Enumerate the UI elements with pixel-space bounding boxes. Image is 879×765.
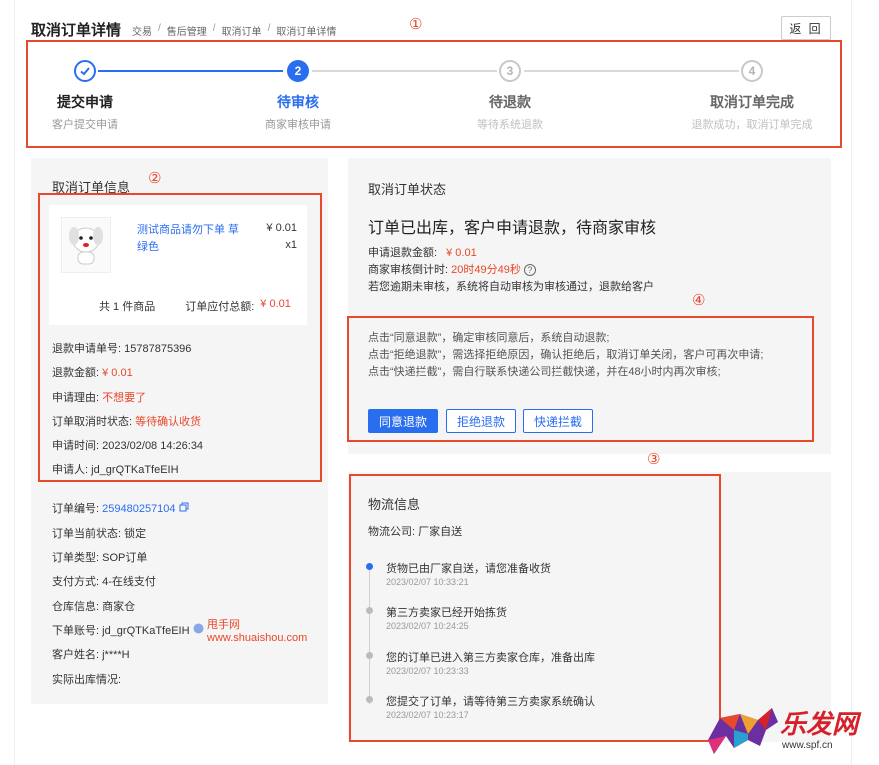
status-summary: 订单已出库，客户申请退款，待商家审核	[368, 220, 657, 237]
apply-amount-row: 申请退款金额: ¥ 0.01	[368, 244, 477, 260]
watermark-url: www.shuaishou.com	[207, 632, 308, 644]
timeline-time: 2023/02/07 10:23:33	[386, 666, 469, 676]
breadcrumb: 交易 / 售后管理 / 取消订单 / 取消订单详情	[132, 23, 337, 38]
cancel-status-heading: 取消订单状态	[368, 182, 447, 197]
auto-approve-note: 若您逾期未审核，系统将自动审核为审核通过，退款给客户	[368, 281, 654, 293]
hint-intercept: 点击“快递拦截”，需自行联系快递公司拦截快递，并在48小时内再次审核;	[368, 366, 721, 378]
breadcrumb-item[interactable]: 售后管理	[167, 23, 207, 38]
hint-reject: 点击“拒绝退款”，需选择拒绝原因，确认拒绝后，取消订单关闭，客户可再次申请;	[368, 349, 764, 361]
countdown-row: 商家审核倒计时: 20时49分49秒 ?	[368, 261, 536, 277]
step-number: 3	[499, 60, 521, 82]
site-logo: 乐发网 www.spf.cn	[700, 700, 875, 762]
annotation-box-2	[38, 193, 322, 482]
order-no-row: 订单编号: 259480257104	[52, 500, 189, 516]
back-button[interactable]: 返 回	[781, 16, 831, 40]
current-status-row: 订单当前状态: 锁定	[52, 528, 147, 540]
timeline-event: 您的订单已进入第三方卖家仓库，准备出库	[386, 652, 595, 664]
reject-refund-button[interactable]: 拒绝退款	[446, 409, 516, 433]
order-no-label: 订单编号:	[52, 503, 100, 515]
step-connector	[524, 70, 739, 72]
breadcrumb-item[interactable]: 交易	[132, 23, 152, 38]
check-icon	[74, 60, 96, 82]
logo-animal-icon	[708, 708, 778, 754]
breadcrumb-item[interactable]: 取消订单	[222, 23, 262, 38]
countdown-value: 20时49分49秒	[451, 264, 521, 276]
apply-amount-label: 申请退款金额:	[368, 247, 438, 259]
annotation-marker-4: ④	[692, 292, 706, 309]
customer-row: 客户姓名: j****H	[52, 649, 130, 661]
account-value: jd_grQTKaTfeEIH	[102, 625, 190, 637]
account-label: 下单账号:	[52, 625, 100, 637]
order-no-link[interactable]: 259480257104	[102, 503, 175, 515]
logistics-heading: 物流信息	[368, 497, 421, 512]
timeline-time: 2023/02/07 10:23:17	[386, 710, 469, 720]
step-subtitle: 等待系统退款	[477, 119, 543, 131]
warehouse-row: 仓库信息: 商家仓	[52, 601, 136, 613]
timeline-event: 第三方卖家已经开始拣货	[386, 607, 507, 619]
step-subtitle: 退款成功，取消订单完成	[691, 119, 813, 131]
help-icon[interactable]: ?	[523, 264, 536, 276]
progress-steps: 2 3 4 提交申请 待审核 待退款 取消订单完成 客户提交申请 商家审核申请 …	[26, 42, 842, 146]
logo-name: 乐发网	[780, 710, 859, 740]
step-subtitle: 客户提交申请	[52, 119, 118, 131]
step-number: 2	[287, 60, 309, 82]
step-title: 待审核	[277, 94, 319, 110]
timeline-rail	[369, 566, 370, 704]
timeline-dot	[366, 607, 373, 614]
agree-refund-button[interactable]: 同意退款	[368, 409, 438, 433]
step-subtitle: 商家审核申请	[265, 119, 331, 131]
step-number: 4	[741, 60, 763, 82]
step-connector	[312, 70, 497, 72]
logistics-company: 物流公司: 厂家自送	[368, 526, 463, 538]
logo-url: www.spf.cn	[782, 740, 833, 751]
annotation-marker-3: ③	[647, 451, 661, 468]
timeline-time: 2023/02/07 10:33:21	[386, 577, 469, 587]
timeline-time: 2023/02/07 10:24:25	[386, 621, 469, 631]
timeline-dot	[366, 652, 373, 659]
page-title: 取消订单详情	[31, 22, 122, 39]
timeline-dot	[366, 563, 373, 570]
step-title: 待退款	[489, 94, 531, 110]
timeline-event: 您提交了订单，请等待第三方卖家系统确认	[386, 696, 595, 708]
action-hints: 点击“同意退款”，确定审核同意后，系统自动退款; 点击“拒绝退款”，需选择拒绝原…	[368, 330, 808, 381]
account-row: 下单账号: jd_grQTKaTfeEIH	[52, 622, 204, 638]
annotation-marker-1: ①	[409, 16, 423, 33]
annotation-marker-2: ②	[148, 170, 162, 187]
step-title: 取消订单完成	[710, 94, 794, 110]
breadcrumb-item: 取消订单详情	[276, 27, 337, 38]
pay-method-row: 支付方式: 4-在线支付	[52, 576, 156, 588]
timeline-dot	[366, 696, 373, 703]
actual-out-row: 实际出库情况:	[52, 674, 122, 686]
hint-agree: 点击“同意退款”，确定审核同意后，系统自动退款;	[368, 332, 610, 344]
step-connector	[98, 70, 283, 72]
watermark-name: 甩手网	[207, 619, 240, 631]
intercept-delivery-button[interactable]: 快递拦截	[523, 409, 593, 433]
order-type-row: 订单类型: SOP订单	[52, 552, 148, 564]
timeline-event: 货物已由厂家自送，请您准备收货	[386, 563, 551, 575]
apply-amount-value: ¥ 0.01	[446, 247, 477, 259]
step-title: 提交申请	[57, 94, 113, 110]
chat-icon[interactable]	[193, 623, 204, 637]
countdown-label: 商家审核倒计时:	[368, 264, 449, 276]
copy-icon[interactable]	[179, 502, 189, 515]
